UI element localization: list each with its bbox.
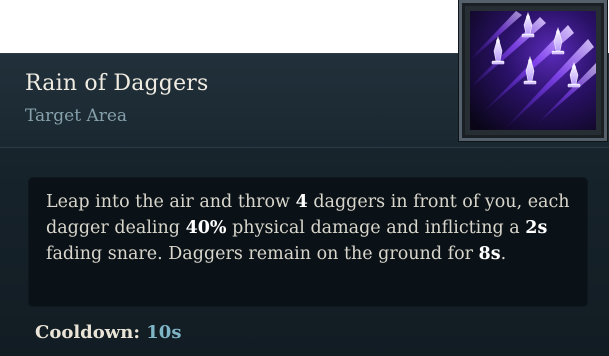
desc-text-4: fading snare. Daggers remain on the grou… — [46, 244, 479, 264]
ability-type: Target Area — [25, 106, 128, 126]
cooldown-row: Cooldown: 10s — [35, 322, 181, 343]
desc-text-3: physical damage and inflicting a — [226, 218, 526, 238]
header-divider — [0, 147, 609, 148]
ability-description: Leap into the air and throw 4 daggers in… — [46, 189, 576, 267]
dagger-count: 4 — [295, 192, 308, 212]
snare-duration: 2s — [525, 218, 548, 238]
cooldown-label: Cooldown: — [35, 322, 140, 343]
cooldown-value: 10s — [146, 322, 182, 343]
ability-title: Rain of Daggers — [25, 71, 209, 96]
desc-text-5: . — [500, 244, 507, 264]
daggers-icon — [470, 11, 596, 130]
description-box: Leap into the air and throw 4 daggers in… — [28, 177, 588, 307]
ground-duration: 8s — [478, 244, 501, 264]
damage-value: 40% — [185, 218, 227, 238]
ability-icon-frame — [459, 0, 607, 141]
desc-text-1: Leap into the air and throw — [46, 192, 296, 212]
